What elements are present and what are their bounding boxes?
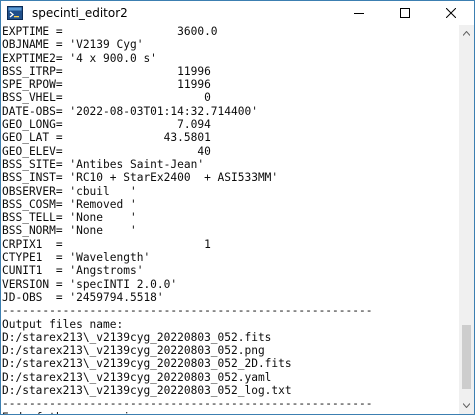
console-line: BSS_COSM= 'Removed ' (2, 197, 137, 211)
minimize-button[interactable] (336, 1, 382, 25)
scroll-up-button[interactable] (459, 25, 474, 42)
console-line: ----------------------------------------… (2, 304, 373, 318)
chevron-up-icon (463, 31, 470, 36)
console-line: BSS_NORM= 'None ' (2, 224, 137, 238)
console-line: D:/starex213\_v2139cyg_20220803_052.png (2, 344, 265, 358)
console-line: EXPTIME2= '4 x 900.0 s' (2, 51, 157, 65)
console-line: BSS_SITE= 'Antibes Saint-Jean' (2, 157, 205, 171)
console-window: specinti_editor2 EXPTIME = 3600.0 OBJNAM… (0, 0, 475, 415)
console-line: BSS_VHEL= 0 (2, 91, 211, 105)
console-line: GEO_LAT = 43.5801 (2, 131, 211, 145)
console-line: D:/starex213\_v2139cyg_20220803_052_log.… (2, 384, 292, 398)
maximize-button[interactable] (382, 1, 428, 25)
window-title: specinti_editor2 (32, 6, 128, 20)
chevron-down-icon (463, 403, 470, 408)
console-line: CTYPE1 = 'Wavelength' (2, 251, 151, 265)
console-line: BSS_ITRP= 11996 (2, 64, 211, 78)
console-line: GEO_ELEV= 40 (2, 144, 211, 158)
console-line: VERSION = 'specINTI 2.0.0' (2, 277, 178, 291)
console-output[interactable]: EXPTIME = 3600.0 OBJNAME = 'V2139 Cyg' E… (1, 25, 459, 414)
minimize-icon (354, 13, 364, 14)
console-line: DATE-OBS= '2022-08-03T01:14:32.714400' (2, 104, 258, 118)
console-line: Output files name: (2, 317, 124, 331)
console-line: ----------------------------------------… (2, 397, 373, 411)
console-line: CUNIT1 = 'Angstroms' (2, 264, 144, 278)
scrollbar-thumb[interactable] (462, 325, 471, 389)
console-line: D:/starex213\_v2139cyg_20220803_052.yaml (2, 370, 272, 384)
title-bar[interactable]: specinti_editor2 (1, 1, 474, 25)
close-button[interactable] (428, 1, 474, 25)
console-line: BSS_TELL= 'None ' (2, 211, 137, 225)
console-line: EXPTIME = 3600.0 (2, 25, 218, 38)
close-icon (446, 8, 456, 18)
maximize-icon (400, 8, 410, 18)
console-line: OBJNAME = 'V2139 Cyg' (2, 38, 144, 52)
console-line: D:/starex213\_v2139cyg_20220803_052_2D.f… (2, 357, 292, 371)
console-line: BSS_INST= 'RC10 + StarEx2400 + ASI533MM' (2, 171, 279, 185)
vertical-scrollbar[interactable] (459, 25, 474, 414)
console-line: OBSERVER= 'cbuil ' (2, 184, 137, 198)
console-line: End of the processing. (2, 411, 150, 414)
console-line: GEO_LONG= 7.094 (2, 118, 211, 132)
console-line: D:/starex213\_v2139cyg_20220803_052.fits (2, 330, 272, 344)
console-line: CRPIX1 = 1 (2, 237, 211, 251)
scroll-down-button[interactable] (459, 397, 474, 414)
console-line: SPE_RPOW= 11996 (2, 78, 211, 92)
console-lines: EXPTIME = 3600.0 OBJNAME = 'V2139 Cyg' E… (1, 25, 459, 414)
app-icon (7, 5, 23, 21)
console-line: JD-OBS = '2459794.5518' (2, 290, 164, 304)
